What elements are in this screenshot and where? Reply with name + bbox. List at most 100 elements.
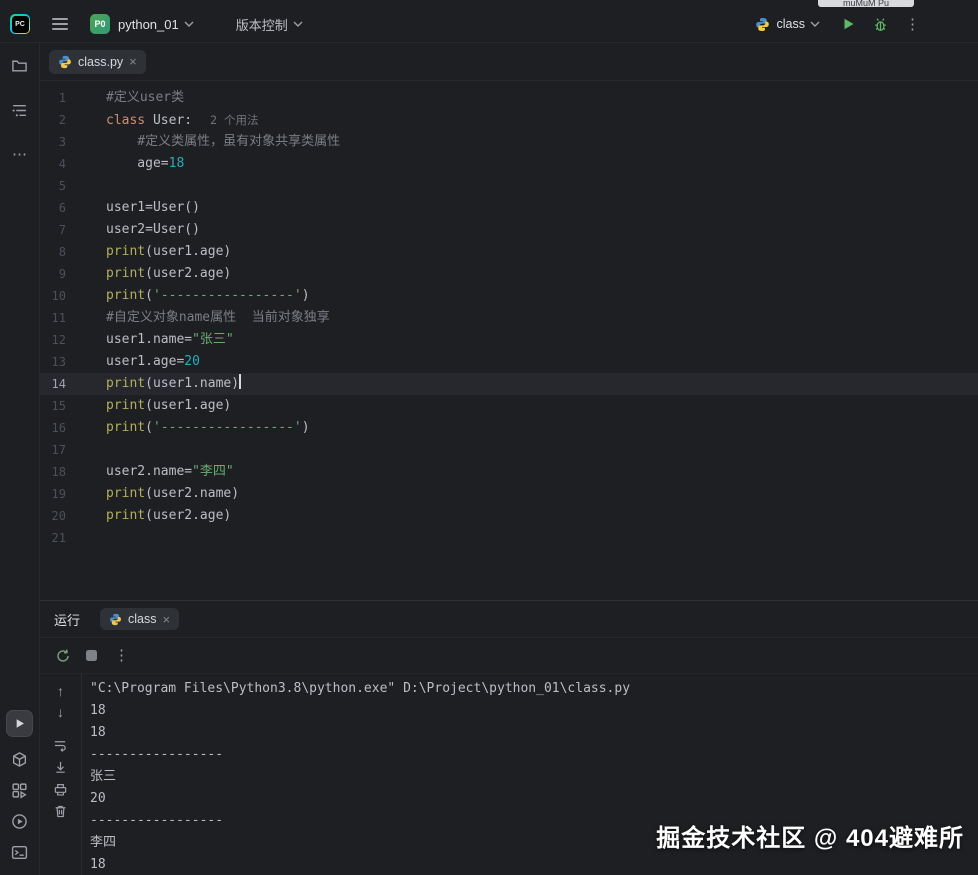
line-number[interactable]: 15	[40, 395, 66, 417]
code-line[interactable]: 16 print('-----------------')	[40, 417, 978, 439]
services-icon[interactable]	[11, 782, 28, 799]
usages-inlay-hint[interactable]: 2 个用法	[210, 113, 258, 127]
code-line[interactable]: 15 print(user1.age)	[40, 395, 978, 417]
structure-icon[interactable]	[11, 102, 28, 119]
run-button[interactable]	[840, 16, 856, 32]
chevron-down-icon[interactable]	[293, 21, 303, 27]
run-tool-window-icon[interactable]	[6, 710, 33, 737]
run-widget: class ⋮	[755, 16, 920, 33]
line-number[interactable]: 1	[40, 87, 66, 109]
code-line[interactable]: 12 user1.name="张三"	[40, 329, 978, 351]
code-line[interactable]: 13 user1.age=20	[40, 351, 978, 373]
run-panel-title: 运行	[54, 612, 81, 628]
code-text: class User: 2 个用法	[106, 113, 259, 128]
console-toolbar: ↑ ↓	[40, 674, 82, 875]
tool-window-stripe: ⋯	[0, 43, 40, 875]
console-line: -----------------	[90, 747, 224, 762]
line-number[interactable]: 17	[40, 439, 66, 461]
code-line[interactable]: 14 print(user1.name)	[40, 373, 978, 395]
print-icon[interactable]	[53, 782, 68, 797]
code-line[interactable]: 11 #自定义对象name属性 当前对象独享	[40, 307, 978, 329]
python-packages-icon[interactable]	[11, 751, 28, 768]
main-menu-icon[interactable]	[52, 18, 68, 30]
play-circle-icon[interactable]	[11, 813, 28, 830]
more-options-icon[interactable]: ⋮	[114, 648, 129, 663]
project-folder-icon[interactable]	[11, 57, 28, 74]
run-tab-class[interactable]: class ×	[100, 608, 180, 630]
navigate-down-icon[interactable]: ↓	[57, 705, 64, 719]
close-icon[interactable]: ×	[129, 55, 137, 68]
pycharm-window: muMuM Pu PC P0 python_01 版本控制 class ⋮ ⋯ …	[0, 0, 978, 875]
line-number[interactable]: 11	[40, 307, 66, 329]
external-window-fragment: muMuM Pu	[818, 0, 914, 7]
line-number[interactable]: 3	[40, 131, 66, 153]
code-text: print(user1.name)	[106, 374, 241, 391]
chevron-down-icon[interactable]	[184, 21, 194, 27]
line-number[interactable]: 19	[40, 483, 66, 505]
line-number[interactable]: 14	[40, 373, 66, 395]
python-icon	[755, 17, 770, 32]
code-line[interactable]: 18 user2.name="李四"	[40, 461, 978, 483]
code-line[interactable]: 1 #定义user类	[40, 87, 978, 109]
run-tab-label: class	[128, 612, 157, 626]
code-line[interactable]: 6 user1=User()	[40, 197, 978, 219]
python-file-icon	[109, 613, 122, 626]
stop-icon[interactable]	[86, 650, 97, 661]
pycharm-logo-icon: PC	[10, 14, 30, 34]
navigate-up-icon[interactable]: ↑	[57, 684, 64, 698]
more-actions-icon[interactable]: ⋮	[905, 17, 920, 32]
line-number[interactable]: 18	[40, 461, 66, 483]
code-line[interactable]: 7 user2=User()	[40, 219, 978, 241]
vcs-menu[interactable]: 版本控制	[236, 15, 288, 34]
code-line[interactable]: 20 print(user2.age)	[40, 505, 978, 527]
watermark-text: 掘金技术社区 @ 404避难所	[656, 825, 964, 852]
line-number[interactable]: 4	[40, 153, 66, 175]
project-badge[interactable]: P0	[90, 14, 110, 34]
project-name[interactable]: python_01	[118, 17, 179, 32]
code-line[interactable]: 21	[40, 527, 978, 549]
console-line: 张三	[90, 769, 117, 784]
line-number[interactable]: 2	[40, 109, 66, 131]
line-number[interactable]: 13	[40, 351, 66, 373]
code-text: user1=User()	[106, 200, 200, 215]
code-line[interactable]: 17	[40, 439, 978, 461]
console-line: 18	[90, 857, 106, 872]
line-number[interactable]: 7	[40, 219, 66, 241]
code-line[interactable]: 19 print(user2.name)	[40, 483, 978, 505]
rerun-icon[interactable]	[55, 648, 71, 664]
code-line[interactable]: 9 print(user2.age)	[40, 263, 978, 285]
debug-button[interactable]	[872, 16, 889, 33]
line-number[interactable]: 8	[40, 241, 66, 263]
scroll-to-end-icon[interactable]	[53, 760, 68, 775]
line-number[interactable]: 10	[40, 285, 66, 307]
clear-all-icon[interactable]	[53, 804, 68, 819]
code-text: user1.name="张三"	[106, 332, 234, 347]
line-number[interactable]: 16	[40, 417, 66, 439]
line-number[interactable]: 21	[40, 527, 66, 549]
tab-class-py[interactable]: class.py ×	[49, 49, 146, 74]
code-text: print(user1.age)	[106, 244, 232, 259]
line-number[interactable]: 6	[40, 197, 66, 219]
console-line: "C:\Program Files\Python3.8\python.exe" …	[90, 681, 631, 696]
code-line[interactable]: 4 age=18	[40, 153, 978, 175]
code-text: age=18	[106, 156, 185, 171]
code-editor[interactable]: 1 #定义user类 2 class User: 2 个用法 3 #定义类属性，虽有对象共…	[40, 81, 978, 600]
code-line[interactable]: 5	[40, 175, 978, 197]
terminal-icon[interactable]	[11, 844, 28, 861]
line-number[interactable]: 12	[40, 329, 66, 351]
close-icon[interactable]: ×	[163, 613, 171, 626]
line-number[interactable]: 20	[40, 505, 66, 527]
run-configuration-name[interactable]: class	[777, 17, 805, 31]
run-toolbar: ⋮	[40, 638, 978, 674]
soft-wrap-icon[interactable]	[53, 738, 68, 753]
line-number[interactable]: 9	[40, 263, 66, 285]
code-line[interactable]: 8 print(user1.age)	[40, 241, 978, 263]
code-line[interactable]: 10 print('-----------------')	[40, 285, 978, 307]
code-line[interactable]: 2 class User: 2 个用法	[40, 109, 978, 131]
code-line[interactable]: 3 #定义类属性，虽有对象共享类属性	[40, 131, 978, 153]
more-tool-windows-icon[interactable]: ⋯	[12, 147, 27, 162]
chevron-down-icon[interactable]	[810, 21, 820, 27]
line-number[interactable]: 5	[40, 175, 66, 197]
